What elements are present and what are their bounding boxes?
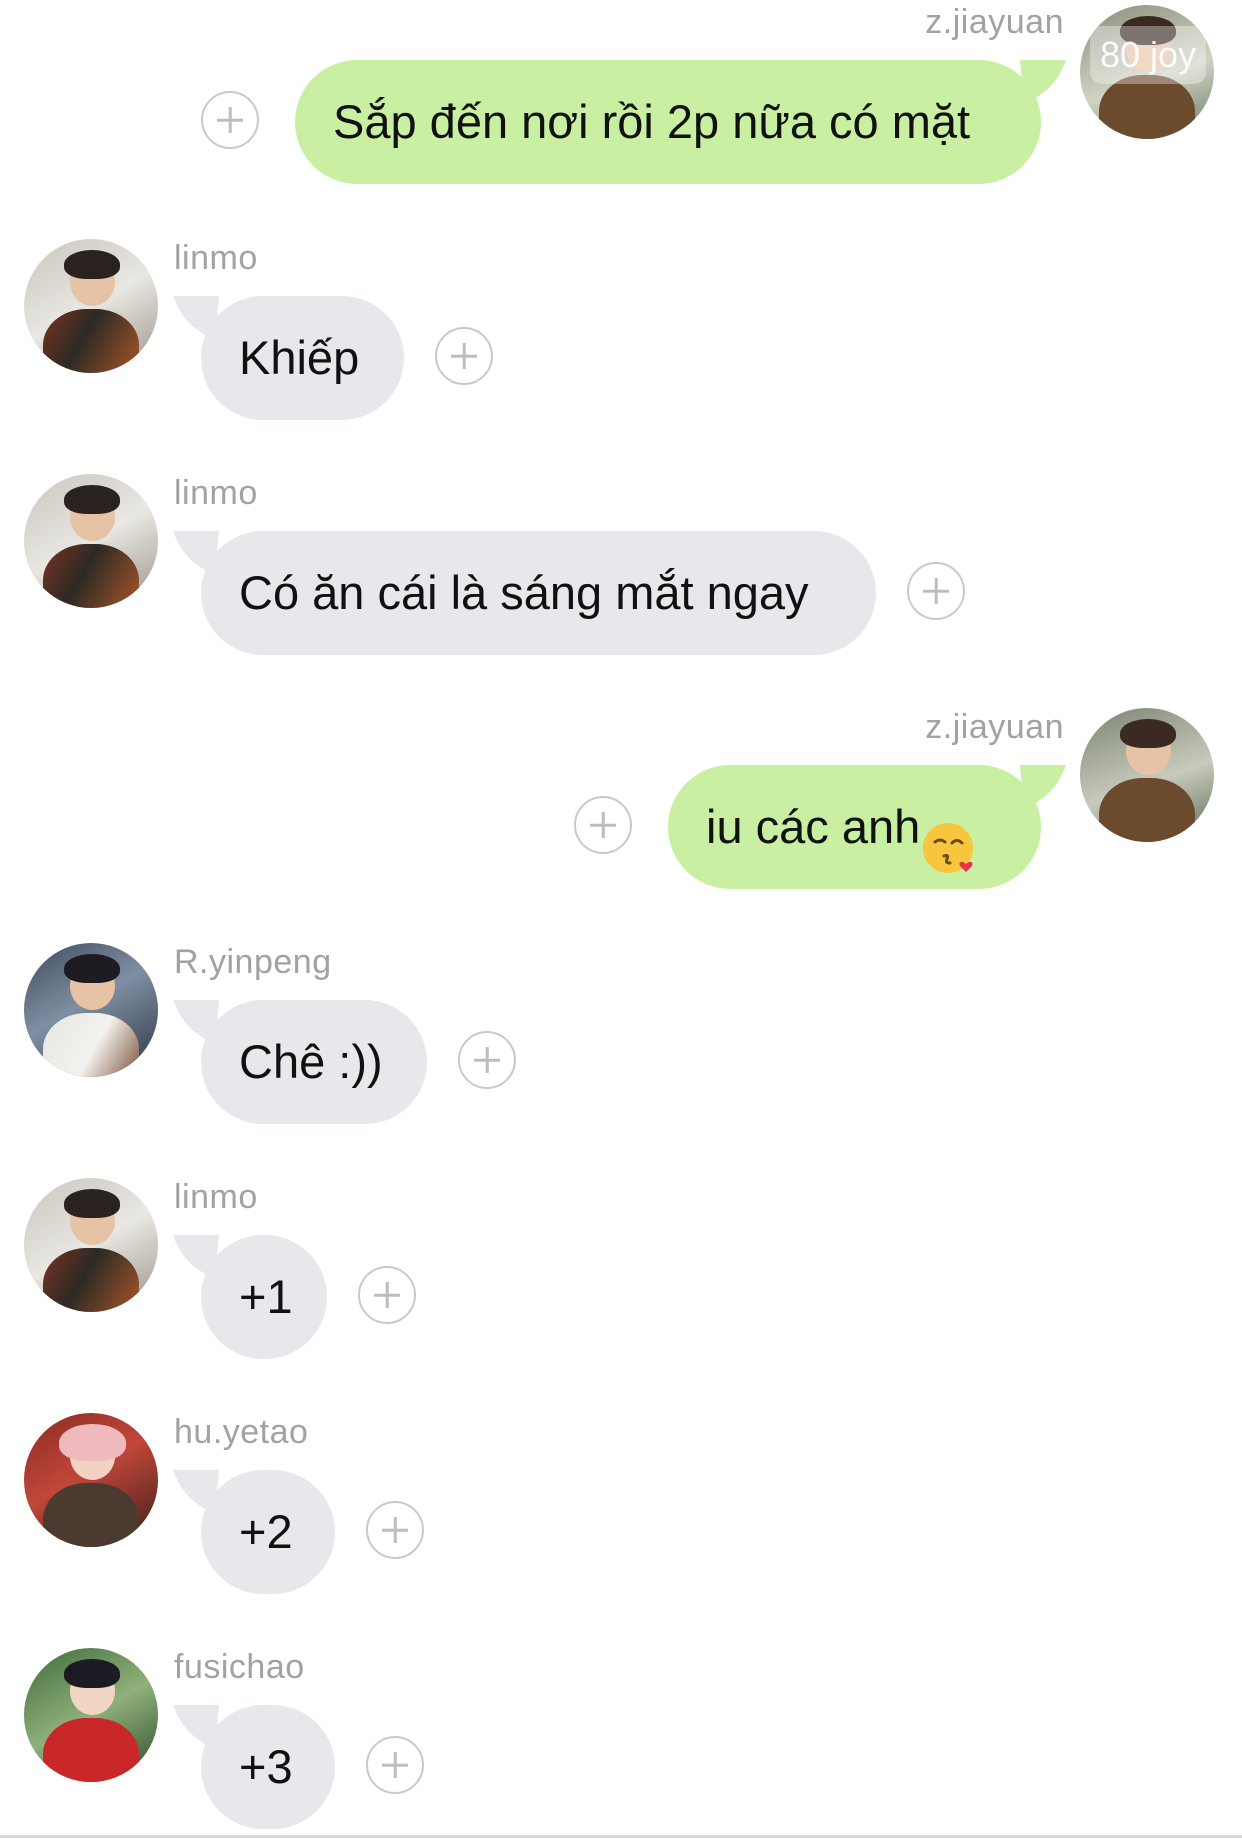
watermark: 80 joy <box>1090 26 1207 84</box>
chat-thread: 80 joy z.jiayuan Sắp đến nơi rồi 2p nữa … <box>0 0 1242 1838</box>
avatar[interactable] <box>1080 708 1214 842</box>
message-bubble[interactable]: Khiếp <box>201 296 404 420</box>
add-reaction-icon[interactable] <box>366 1501 424 1559</box>
message-bubble[interactable]: +3 <box>201 1705 335 1829</box>
sender-name: hu.yetao <box>174 1413 309 1451</box>
message-bubble[interactable]: Chê :)) <box>201 1000 427 1124</box>
sender-name: fusichao <box>174 1648 305 1686</box>
add-reaction-icon[interactable] <box>366 1736 424 1794</box>
message-row: linmo Khiếp <box>0 236 1242 436</box>
message-bubble[interactable]: iu các anh <box>668 765 1041 889</box>
message-text: Khiếp <box>239 331 360 384</box>
avatar[interactable] <box>24 474 158 608</box>
add-reaction-icon[interactable] <box>435 327 493 385</box>
sender-name: z.jiayuan <box>925 3 1064 41</box>
message-text: Có ăn cái là sáng mắt ngay <box>239 566 809 619</box>
message-text: +1 <box>239 1270 293 1323</box>
message-row: hu.yetao +2 <box>0 1410 1242 1610</box>
message-bubble[interactable]: +2 <box>201 1470 335 1594</box>
message-row: linmo +1 <box>0 1175 1242 1375</box>
message-bubble[interactable]: Sắp đến nơi rồi 2p nữa có mặt <box>295 60 1041 184</box>
sender-name: linmo <box>174 239 258 277</box>
message-bubble[interactable]: Có ăn cái là sáng mắt ngay <box>201 531 876 655</box>
message-row: z.jiayuan iu các anh <box>0 705 1242 905</box>
avatar[interactable] <box>24 1648 158 1782</box>
add-reaction-icon[interactable] <box>201 91 259 149</box>
message-row: 80 joy z.jiayuan Sắp đến nơi rồi 2p nữa … <box>0 0 1242 200</box>
message-row: R.yinpeng Chê :)) <box>0 940 1242 1140</box>
message-row: fusichao +3 <box>0 1645 1242 1845</box>
sender-name: linmo <box>174 1178 258 1216</box>
avatar[interactable] <box>24 1413 158 1547</box>
message-text: +2 <box>239 1505 293 1558</box>
message-text: Chê :)) <box>239 1035 383 1088</box>
add-reaction-icon[interactable] <box>358 1266 416 1324</box>
avatar[interactable] <box>24 1178 158 1312</box>
sender-name: z.jiayuan <box>925 708 1064 746</box>
message-text: iu các anh <box>706 800 921 853</box>
message-bubble[interactable]: +1 <box>201 1235 327 1359</box>
sender-name: linmo <box>174 474 258 512</box>
message-text: Sắp đến nơi rồi 2p nữa có mặt <box>333 95 971 148</box>
avatar[interactable] <box>24 943 158 1077</box>
sender-name: R.yinpeng <box>174 943 332 981</box>
avatar[interactable] <box>24 239 158 373</box>
message-text: +3 <box>239 1740 293 1793</box>
add-reaction-icon[interactable] <box>458 1031 516 1089</box>
message-row: linmo Có ăn cái là sáng mắt ngay <box>0 471 1242 671</box>
add-reaction-icon[interactable] <box>574 796 632 854</box>
kissing-face-emoji <box>922 798 978 873</box>
add-reaction-icon[interactable] <box>907 562 965 620</box>
